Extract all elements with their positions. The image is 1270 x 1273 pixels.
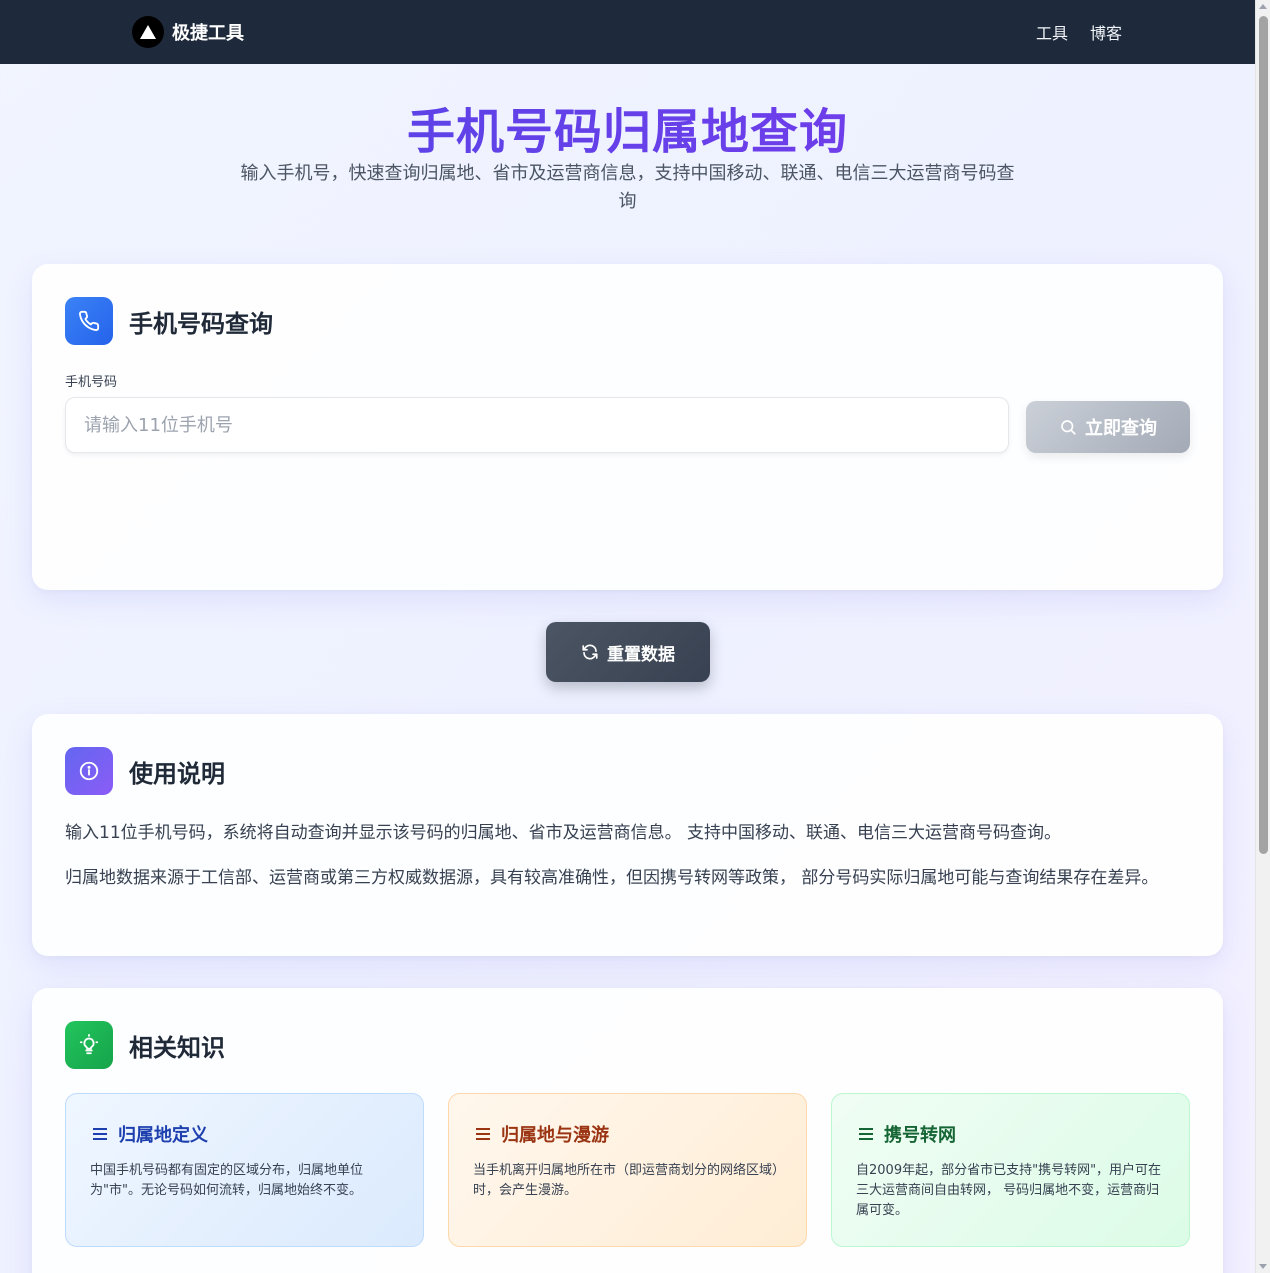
- navbar: 极捷工具 工具 博客: [0, 0, 1255, 64]
- query-card-header: 手机号码查询: [65, 297, 273, 345]
- scroll-down-arrow-icon[interactable]: [1259, 1264, 1267, 1269]
- query-card: 手机号码查询 手机号码 立即查询: [32, 264, 1223, 590]
- brand[interactable]: 极捷工具: [132, 16, 244, 48]
- knowledge-card: 相关知识 归属地定义 中国手机号码都有固定的区域分布，归属地单位为"市"。无论号…: [32, 988, 1223, 1273]
- knowledge-item-text: 中国手机号码都有固定的区域分布，归属地单位为"市"。无论号码如何流转，归属地始终…: [90, 1163, 364, 1198]
- usage-card-title: 使用说明: [129, 759, 225, 788]
- usage-card-header: 使用说明: [65, 747, 225, 795]
- usage-paragraph: 输入11位手机号码，系统将自动查询并显示该号码的归属地、省市及运营商信息。 支持…: [65, 823, 1062, 843]
- query-button-label: 立即查询: [1085, 418, 1157, 439]
- knowledge-item-text: 自2009年起，部分省市已支持"携号转网"，用户可在三大运营商间自由转网， 号码…: [856, 1163, 1162, 1218]
- nav-links: 工具 博客: [1036, 20, 1122, 44]
- lightbulb-icon: [65, 1021, 113, 1069]
- reset-button-label: 重置数据: [607, 644, 675, 665]
- knowledge-item-text: 当手机离开归属地所在市（即运营商划分的网络区域）时，会产生漫游。: [473, 1163, 786, 1198]
- knowledge-card-title: 相关知识: [129, 1033, 225, 1062]
- usage-card: 使用说明 输入11位手机号码，系统将自动查询并显示该号码的归属地、省市及运营商信…: [32, 714, 1223, 956]
- nav-link-tools[interactable]: 工具: [1036, 20, 1068, 44]
- list-icon: [93, 1128, 107, 1140]
- phone-icon: [65, 297, 113, 345]
- query-button[interactable]: 立即查询: [1026, 401, 1190, 453]
- list-icon: [476, 1128, 490, 1140]
- scroll-up-arrow-icon[interactable]: [1259, 4, 1267, 9]
- usage-paragraph: 归属地数据来源于工信部、运营商或第三方权威数据源，具有较高准确性，但因携号转网等…: [65, 868, 1159, 888]
- brand-name: 极捷工具: [172, 23, 244, 44]
- knowledge-card-header: 相关知识: [65, 1021, 225, 1069]
- page-subtitle: 输入手机号，快速查询归属地、省市及运营商信息，支持中国移动、联通、电信三大运营商…: [240, 163, 1015, 212]
- list-icon: [859, 1128, 873, 1140]
- refresh-icon: [582, 644, 598, 660]
- phone-input[interactable]: [65, 397, 1009, 453]
- info-icon: [65, 747, 113, 795]
- knowledge-item-title: 归属地与漫游: [501, 1125, 609, 1146]
- page-scrollbar[interactable]: [1255, 0, 1270, 1273]
- phone-field-label: 手机号码: [65, 375, 118, 390]
- knowledge-item-number-portability: 携号转网 自2009年起，部分省市已支持"携号转网"，用户可在三大运营商间自由转…: [831, 1093, 1190, 1247]
- scroll-thumb[interactable]: [1259, 16, 1268, 854]
- nav-link-blog[interactable]: 博客: [1090, 20, 1122, 44]
- knowledge-item-title: 归属地定义: [118, 1125, 208, 1146]
- triangle-logo-icon: [132, 16, 164, 48]
- page-title: 手机号码归属地查询: [0, 92, 1255, 162]
- search-icon: [1061, 420, 1076, 435]
- knowledge-item-roaming: 归属地与漫游 当手机离开归属地所在市（即运营商划分的网络区域）时，会产生漫游。: [448, 1093, 807, 1247]
- knowledge-item-definition: 归属地定义 中国手机号码都有固定的区域分布，归属地单位为"市"。无论号码如何流转…: [65, 1093, 424, 1247]
- query-card-title: 手机号码查询: [129, 309, 273, 338]
- knowledge-item-title: 携号转网: [884, 1125, 956, 1146]
- reset-button[interactable]: 重置数据: [546, 622, 710, 682]
